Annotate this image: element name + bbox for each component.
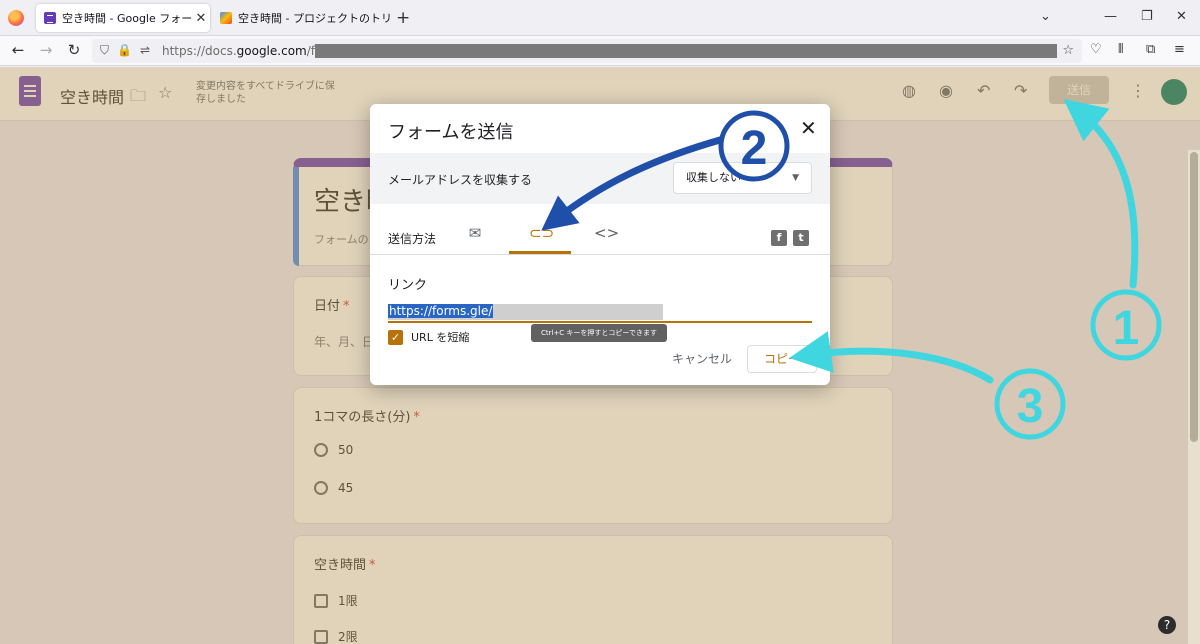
back-arrow-icon[interactable]: ← [8, 41, 28, 59]
extensions-icon[interactable]: ⧉ [1146, 42, 1155, 57]
collect-email-row: メールアドレスを収集する 収集しない ▼ [370, 153, 830, 204]
send-method-label: 送信方法 [388, 232, 437, 246]
browser-nav-bar: ← → ↻ ⛉🔒⇌ https://docs.google.com/forms/… [0, 36, 1200, 66]
bookmark-star-icon[interactable]: ☆ [1062, 43, 1074, 58]
new-tab-plus-icon[interactable]: + [396, 8, 410, 28]
facebook-icon[interactable]: f [771, 230, 787, 246]
site-security-icons[interactable]: ⛉🔒⇌ [100, 43, 158, 58]
help-icon[interactable]: ? [1158, 616, 1176, 634]
link-label: リンク [388, 278, 428, 293]
shorten-url-checkbox[interactable]: ✓ URL を短縮 [388, 329, 469, 345]
close-icon[interactable]: ✕ [800, 116, 817, 140]
google-forms-favicon-icon [44, 12, 56, 24]
browser-tab-bar: 空き時間 - Google フォーム ✕ 空き時間 - プロジェクトのトリガー … [0, 0, 1200, 36]
address-bar[interactable]: ⛉🔒⇌ https://docs.google.com/forms/ ☆ [92, 39, 1082, 63]
tab-divider [370, 254, 830, 255]
tab-embed-icon[interactable]: <> [594, 224, 619, 242]
collect-email-select[interactable]: 収集しない ▼ [673, 162, 812, 194]
send-form-dialog: フォームを送信 ✕ メールアドレスを収集する 収集しない ▼ 送信方法 ✉ ⊂⊃… [370, 104, 830, 385]
copy-button[interactable]: コピー [747, 345, 817, 373]
scrollbar-thumb[interactable] [1190, 152, 1198, 442]
copy-shortcut-tooltip: Ctrl+C キーを押すとコピーできます [531, 324, 667, 342]
restore-icon[interactable]: ❐ [1141, 9, 1153, 24]
minimize-icon[interactable]: — [1104, 9, 1117, 24]
link-url-field[interactable]: https://forms.gle/ [388, 304, 663, 320]
dialog-title: フォームを送信 [388, 122, 514, 143]
url-redaction [315, 44, 1057, 58]
dropdown-caret-icon: ▼ [792, 173, 799, 183]
link-field-underline [388, 321, 812, 323]
tab-google-forms[interactable]: 空き時間 - Google フォーム ✕ [36, 4, 210, 32]
reload-icon[interactable]: ↻ [64, 41, 84, 59]
pocket-icon[interactable]: ♡ [1090, 42, 1102, 57]
window-close-icon[interactable]: ✕ [1176, 9, 1187, 24]
tab-title: 空き時間 - プロジェクトのトリガー - A [238, 12, 392, 25]
checkbox-checked-icon[interactable]: ✓ [388, 329, 403, 345]
tab-link-icon[interactable]: ⊂⊃ [529, 224, 554, 242]
list-tabs-chevron-icon[interactable]: ⌄ [1040, 9, 1051, 24]
apps-script-favicon-icon [220, 12, 232, 24]
tab-apps-script[interactable]: 空き時間 - プロジェクトのトリガー - A [212, 4, 392, 32]
cancel-button[interactable]: キャンセル [672, 350, 732, 367]
library-icon[interactable]: ⫴ [1118, 42, 1123, 57]
tab-close-icon[interactable]: ✕ [192, 11, 210, 26]
collect-email-label: メールアドレスを収集する [388, 173, 533, 187]
firefox-logo-icon[interactable] [8, 10, 24, 26]
forward-arrow-icon[interactable]: → [36, 41, 56, 59]
menu-icon[interactable]: ≡ [1174, 42, 1185, 57]
twitter-icon[interactable]: t [793, 230, 809, 246]
tab-email-icon[interactable]: ✉ [464, 224, 486, 242]
tab-title: 空き時間 - Google フォーム [62, 12, 192, 25]
